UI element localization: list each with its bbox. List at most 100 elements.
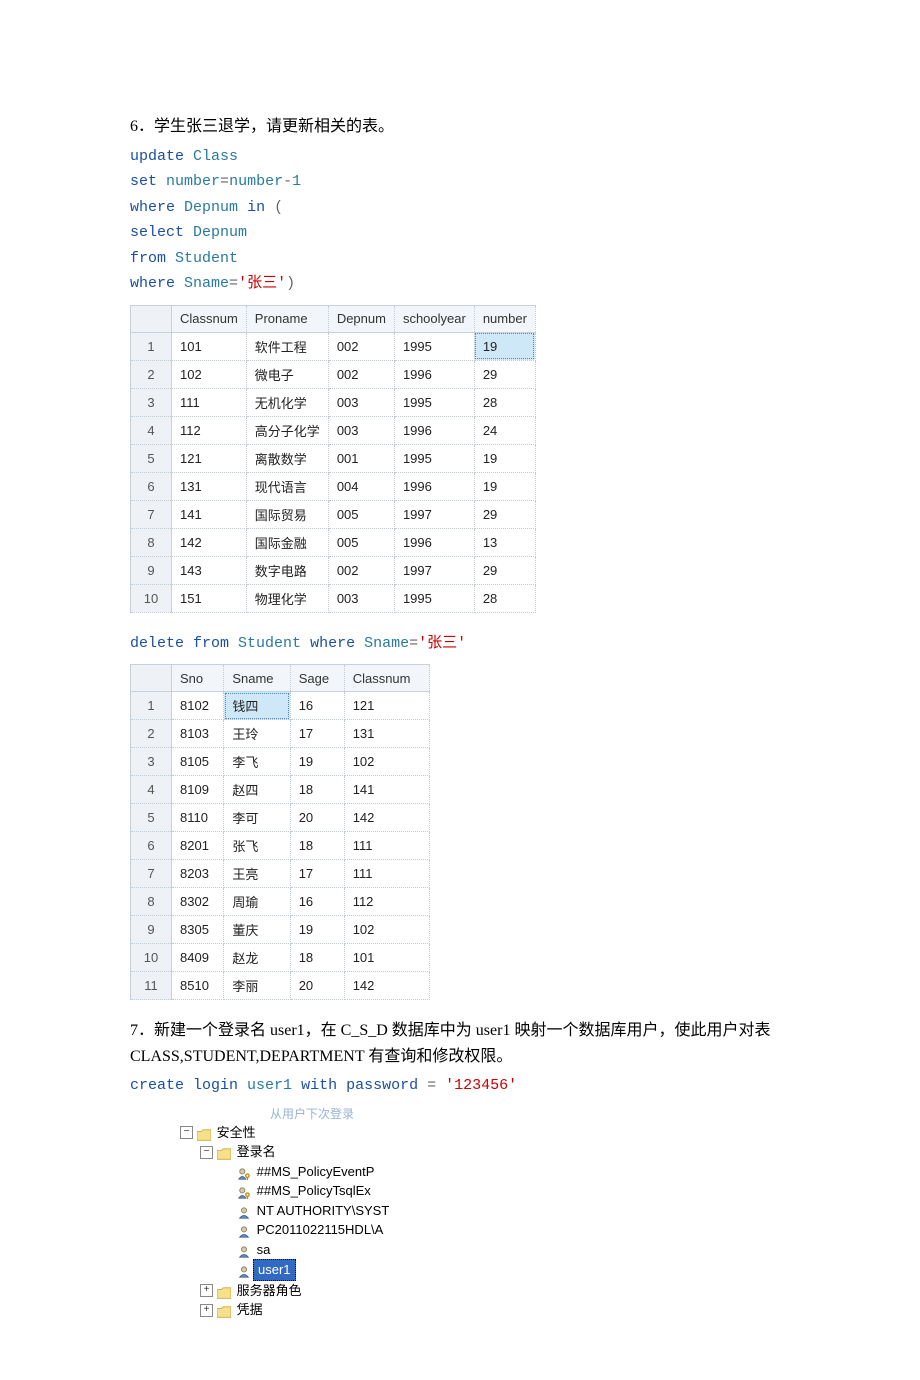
tree-expander-icon[interactable]: −	[180, 1126, 193, 1139]
sql-token: )	[286, 275, 295, 292]
tree-expander-icon[interactable]: −	[200, 1146, 213, 1159]
sql-token: '张三'	[238, 275, 286, 292]
user-key-icon	[237, 1166, 249, 1178]
grid-cell: 101	[172, 332, 247, 360]
document-page: 6．学生张三退学，请更新相关的表。 update Class set number…	[0, 0, 920, 1380]
grid-cell: 物理化学	[246, 584, 328, 612]
sql-token	[355, 635, 364, 652]
section7-title: 7．新建一个登录名 user1，在 C_S_D 数据库中为 user1 映射一个…	[130, 1018, 790, 1069]
grid-cell: 004	[328, 472, 394, 500]
tree-node[interactable]: user1	[180, 1259, 790, 1281]
user-icon	[237, 1224, 249, 1236]
grid-cell: 19	[290, 916, 344, 944]
tree-expander-icon[interactable]: +	[200, 1284, 213, 1297]
grid-cell: 8201	[172, 832, 224, 860]
sql-token	[238, 199, 247, 216]
grid-cell: 高分子化学	[246, 416, 328, 444]
grid-cell: 142	[172, 528, 247, 556]
grid-header-cell	[131, 305, 172, 332]
tree-expander-icon[interactable]: +	[200, 1304, 213, 1317]
sql-token: delete from	[130, 635, 229, 652]
sql-token: Sname	[184, 275, 229, 292]
tree-node[interactable]: ##MS_PolicyEventP	[180, 1162, 790, 1182]
sql-token: user1	[247, 1077, 292, 1094]
folder-icon	[217, 1146, 229, 1158]
grid-header-cell: Classnum	[172, 305, 247, 332]
table-row: 68201张飞18111	[131, 832, 430, 860]
student-result-grid: SnoSnameSageClassnum18102钱四1612128103王玲1…	[130, 664, 430, 1000]
tree-node-label: NT AUTHORITY\SYST	[253, 1201, 389, 1221]
grid-cell: 8302	[172, 888, 224, 916]
sql-token: number	[229, 173, 283, 190]
sql-token: Class	[193, 148, 238, 165]
grid-row-number: 8	[131, 528, 172, 556]
grid-cell: 8110	[172, 804, 224, 832]
tree-node[interactable]: NT AUTHORITY\SYST	[180, 1201, 790, 1221]
grid-row-number: 6	[131, 832, 172, 860]
table-row: 28103王玲17131	[131, 720, 430, 748]
section6-title: 6．学生张三退学，请更新相关的表。	[130, 114, 790, 140]
tree-node[interactable]: ##MS_PolicyTsqlEx	[180, 1181, 790, 1201]
grid-cell: 17	[290, 720, 344, 748]
tree-node-label: PC2011022115HDL\A	[253, 1220, 383, 1240]
grid-cell: 8409	[172, 944, 224, 972]
tree-node-label: user1	[253, 1259, 296, 1281]
grid-cell: 周瑜	[224, 888, 290, 916]
sql-line: delete from Student where Sname='张三'	[130, 631, 790, 657]
grid-cell: 005	[328, 500, 394, 528]
tree-node[interactable]: PC2011022115HDL\A	[180, 1220, 790, 1240]
table-row: 7141国际贸易005199729	[131, 500, 536, 528]
grid-cell: 国际金融	[246, 528, 328, 556]
sql-line: where Sname='张三')	[130, 271, 790, 297]
grid-row-number: 6	[131, 472, 172, 500]
grid-row-number: 10	[131, 584, 172, 612]
sql-token: set	[130, 173, 157, 190]
grid-header-cell: Sname	[224, 665, 290, 692]
table-row: 18102钱四16121	[131, 692, 430, 720]
tree-node[interactable]: sa	[180, 1240, 790, 1260]
grid-cell: 19	[474, 332, 535, 360]
grid-cell: 13	[474, 528, 535, 556]
grid-cell: 张飞	[224, 832, 290, 860]
tree-node-label: ##MS_PolicyEventP	[253, 1162, 374, 1182]
grid-row-number: 1	[131, 332, 172, 360]
tree-node[interactable]: + 凭据	[180, 1300, 790, 1320]
sql-token: =	[418, 1077, 445, 1094]
user-key-icon	[237, 1185, 249, 1197]
sql-token	[175, 275, 184, 292]
grid-cell: 无机化学	[246, 388, 328, 416]
tree-node[interactable]: − 安全性	[180, 1123, 790, 1143]
sql-token	[292, 1077, 301, 1094]
grid-cell: 111	[344, 860, 429, 888]
grid-cell: 28	[474, 584, 535, 612]
grid-row-number: 4	[131, 416, 172, 444]
sql-token: Student	[175, 250, 238, 267]
grid-cell: 董庆	[224, 916, 290, 944]
grid-cell: 142	[344, 804, 429, 832]
grid-cell: 1996	[394, 472, 474, 500]
grid-cell: 1995	[394, 584, 474, 612]
grid-cell: 112	[172, 416, 247, 444]
sql-token	[184, 224, 193, 241]
sql-token: update	[130, 148, 184, 165]
tree-node[interactable]: − 登录名	[180, 1142, 790, 1162]
sql-token: select	[130, 224, 184, 241]
grid-cell: 1997	[394, 500, 474, 528]
sql-token: where	[130, 199, 175, 216]
tree-node-label: ##MS_PolicyTsqlEx	[253, 1181, 371, 1201]
class-result-grid: ClassnumPronameDepnumschoolyearnumber110…	[130, 305, 536, 613]
tree-node-label: 服务器角色	[233, 1281, 302, 1301]
grid-cell: 微电子	[246, 360, 328, 388]
sql-token: where	[130, 275, 175, 292]
grid-cell: 20	[290, 804, 344, 832]
tree-node[interactable]: + 服务器角色	[180, 1281, 790, 1301]
grid-cell: 19	[474, 472, 535, 500]
table-row: 118510李丽20142	[131, 972, 430, 1000]
grid-cell: 102	[344, 916, 429, 944]
sql-token	[184, 148, 193, 165]
sql-token: Student	[238, 635, 301, 652]
grid-row-number: 9	[131, 556, 172, 584]
sql-token: (	[265, 199, 283, 216]
grid-row-number: 2	[131, 360, 172, 388]
sql-token	[301, 635, 310, 652]
